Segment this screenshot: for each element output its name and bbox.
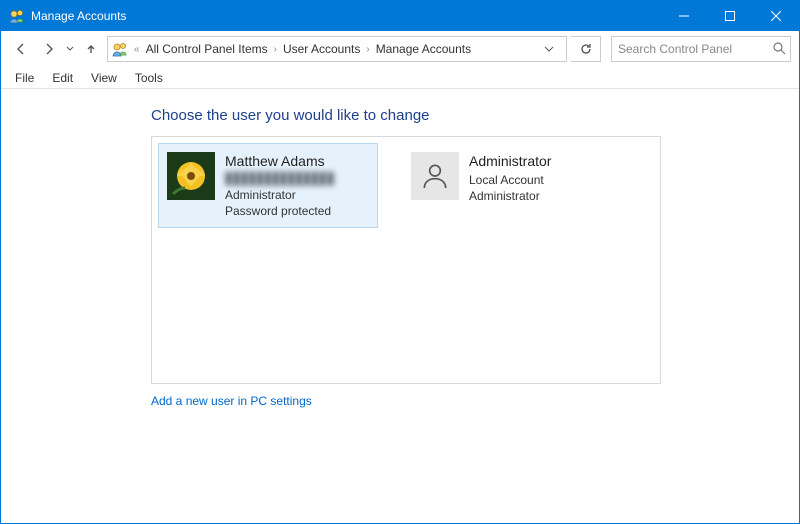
- minimize-button[interactable]: [661, 1, 707, 31]
- title-bar: Manage Accounts: [1, 1, 799, 31]
- menu-file[interactable]: File: [7, 69, 42, 87]
- address-dropdown[interactable]: [544, 44, 562, 54]
- account-email: ██████████████: [225, 172, 334, 187]
- menu-edit[interactable]: Edit: [44, 69, 81, 87]
- breadcrumb-item[interactable]: User Accounts: [283, 42, 360, 56]
- avatar-photo: [167, 152, 215, 200]
- account-details: Administrator Local Account Administrato…: [469, 152, 551, 219]
- account-card[interactable]: Administrator Local Account Administrato…: [402, 143, 622, 228]
- menu-view[interactable]: View: [83, 69, 125, 87]
- recent-locations-dropdown[interactable]: [65, 45, 75, 53]
- accounts-panel: Matthew Adams ██████████████ Administrat…: [151, 136, 661, 384]
- user-accounts-icon: [9, 8, 25, 24]
- breadcrumb-prefix: «: [132, 44, 142, 55]
- window-title: Manage Accounts: [31, 9, 126, 23]
- account-name: Matthew Adams: [225, 152, 334, 171]
- search-icon: [773, 42, 786, 56]
- back-button[interactable]: [9, 37, 33, 61]
- content-area: Choose the user you would like to change…: [1, 89, 799, 410]
- add-user-link[interactable]: Add a new user in PC settings: [151, 394, 312, 408]
- user-accounts-icon: [112, 41, 128, 57]
- account-role: Administrator: [469, 188, 551, 204]
- chevron-right-icon: ›: [364, 44, 371, 55]
- menu-tools[interactable]: Tools: [127, 69, 171, 87]
- search-box[interactable]: [611, 36, 791, 62]
- close-button[interactable]: [753, 1, 799, 31]
- account-card[interactable]: Matthew Adams ██████████████ Administrat…: [158, 143, 378, 228]
- account-role: Administrator: [225, 187, 334, 203]
- account-status: Password protected: [225, 203, 334, 219]
- avatar-generic-icon: [411, 152, 459, 200]
- menu-bar: File Edit View Tools: [1, 67, 799, 89]
- page-heading: Choose the user you would like to change: [151, 107, 799, 124]
- forward-button[interactable]: [37, 37, 61, 61]
- account-subtitle: Local Account: [469, 172, 551, 188]
- navigation-row: « All Control Panel Items › User Account…: [1, 31, 799, 67]
- up-button[interactable]: [79, 37, 103, 61]
- search-input[interactable]: [618, 42, 773, 56]
- address-bar[interactable]: « All Control Panel Items › User Account…: [107, 36, 567, 62]
- account-name: Administrator: [469, 152, 551, 171]
- breadcrumb-item[interactable]: Manage Accounts: [376, 42, 471, 56]
- breadcrumb-item[interactable]: All Control Panel Items: [146, 42, 268, 56]
- refresh-button[interactable]: [571, 36, 601, 62]
- maximize-button[interactable]: [707, 1, 753, 31]
- chevron-right-icon: ›: [272, 44, 279, 55]
- account-details: Matthew Adams ██████████████ Administrat…: [225, 152, 334, 219]
